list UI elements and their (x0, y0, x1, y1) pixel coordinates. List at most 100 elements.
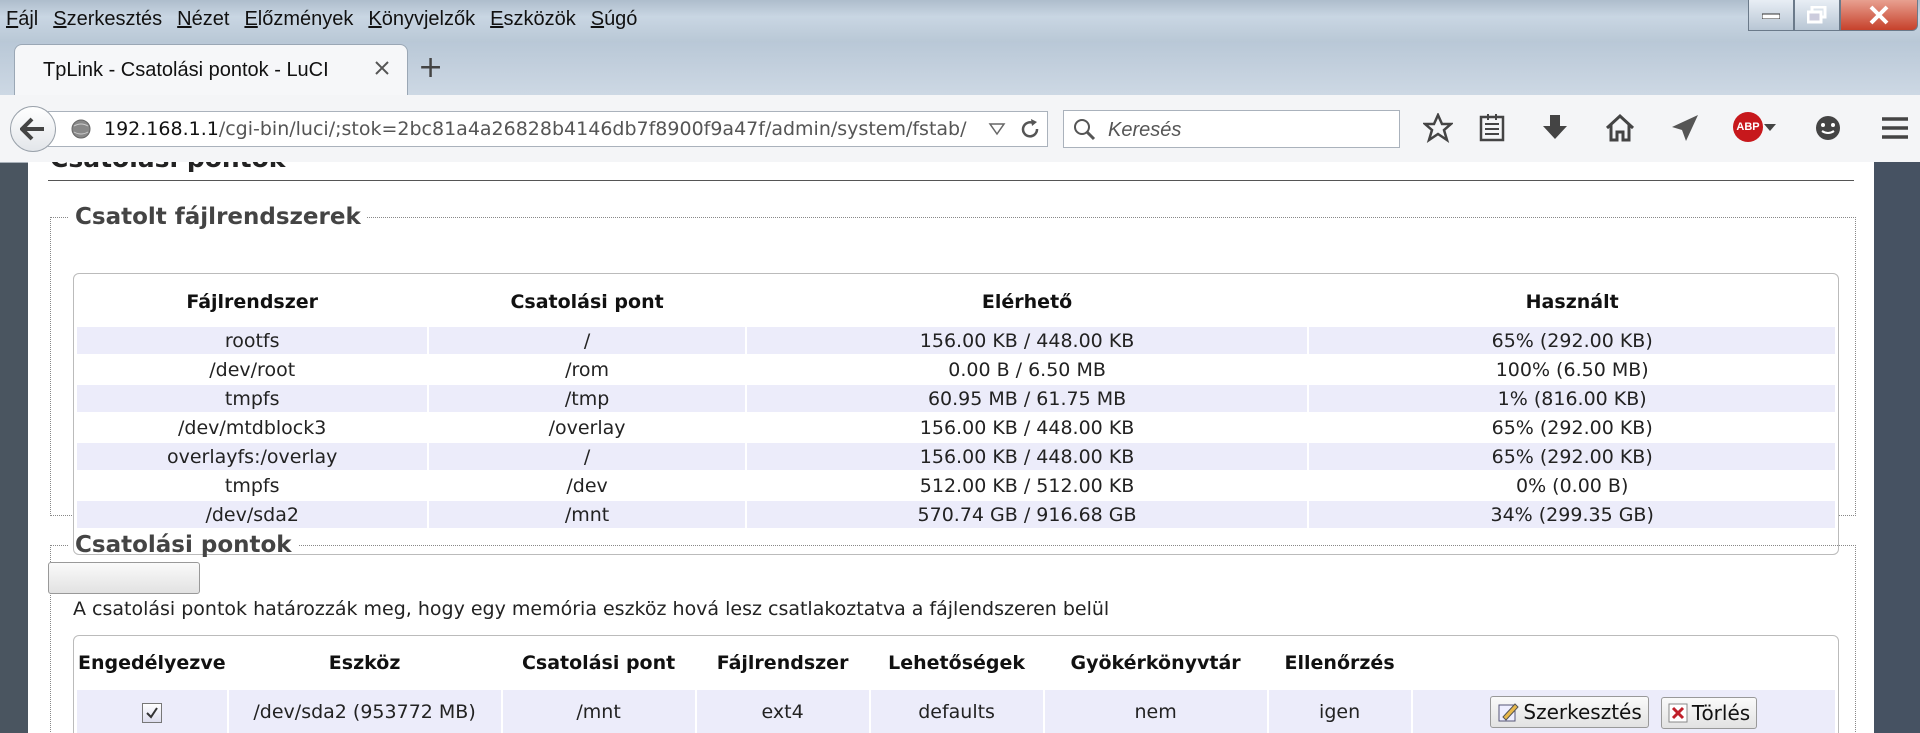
url-text[interactable]: 192.168.1.1/cgi-bin/luci/;stok=2bc81a4a2… (104, 118, 967, 140)
col-available: Elérhető (981, 291, 1073, 313)
cell-filesystem: tmpfs (224, 474, 280, 497)
mounted-filesystems-legend: Csatolt fájlrendszerek (75, 204, 361, 230)
tab-strip: TpLink - Csatolási pontok - LuCI + (0, 42, 1920, 95)
cell-available: 512.00 KB / 512.00 KB (919, 474, 1135, 497)
edit-button-label: Szerkesztés (1523, 699, 1642, 724)
cell-device: /dev/sda2 (953772 MB) (228, 690, 501, 733)
cell-used: 65% (292.00 KB) (1309, 443, 1835, 470)
menu-bookmarks[interactable]: Könyvjelzők (368, 8, 475, 31)
cell-available: 156.00 KB / 448.00 KB (746, 327, 1308, 354)
title-bar: Fájl Szerkesztés Nézet Előzmények Könyvj… (0, 0, 1920, 42)
minimize-button[interactable] (1748, 0, 1794, 31)
cell-actions: Szerkesztés Törlés (1412, 690, 1835, 733)
tab-active[interactable]: TpLink - Csatolási pontok - LuCI (14, 44, 408, 95)
cell-mountpoint: /rom (565, 358, 610, 381)
col-mountpoint: Csatolási pont (510, 291, 664, 313)
cell-used: 100% (6.50 MB) (1495, 358, 1649, 381)
tab-close-icon[interactable] (373, 59, 391, 77)
col-used: Használt (1525, 291, 1619, 313)
cell-filesystem: rootfs (77, 327, 428, 354)
url-host: 192.168.1.1 (104, 118, 219, 140)
cell-available: 60.95 MB / 61.75 MB (746, 385, 1308, 412)
menu-edit[interactable]: Szerkesztés (53, 8, 162, 31)
menu-history[interactable]: Előzmények (244, 8, 353, 31)
reading-list-icon[interactable] (1478, 113, 1506, 143)
delete-button-label: Törlés (1691, 700, 1751, 725)
col-mountpoint: Csatolási pont (521, 652, 676, 674)
mount-points-legend: Csatolási pontok (75, 532, 292, 558)
cell-used: 0% (0.00 B) (1515, 474, 1629, 497)
bookmark-star-icon[interactable] (1423, 113, 1453, 143)
cell-used: 65% (292.00 KB) (1309, 327, 1835, 354)
mounted-filesystems-box: Fájlrendszer Csatolási pont Elérhető Has… (73, 273, 1839, 555)
back-arrow-icon (20, 117, 44, 141)
delete-icon (1668, 703, 1688, 722)
col-options: Lehetőségek (888, 652, 1026, 674)
table-row: tmpfs /tmp 60.95 MB / 61.75 MB 1% (816.0… (77, 385, 1835, 412)
cell-root: nem (1044, 690, 1267, 733)
window-controls (1748, 0, 1918, 31)
cell-check: igen (1268, 690, 1411, 733)
chevron-down-icon (1764, 124, 1776, 131)
close-window-button[interactable] (1840, 0, 1918, 31)
cell-options: defaults (870, 690, 1043, 733)
edit-button[interactable]: Szerkesztés (1490, 695, 1649, 728)
cell-filesystem: overlayfs:/overlay (77, 443, 428, 470)
cell-mountpoint: /tmp (429, 385, 745, 412)
search-icon (1074, 119, 1096, 141)
table-row: /dev/sda2 (953772 MB) /mnt ext4 defaults… (77, 690, 1835, 733)
menu-file[interactable]: Fájl (6, 8, 38, 31)
cell-mountpoint: /overlay (548, 416, 626, 439)
table-row: /dev/mtdblock3 /overlay 156.00 KB / 448.… (77, 414, 1835, 441)
search-placeholder: Keresés (1108, 119, 1182, 141)
menu-help[interactable]: Súgó (591, 8, 638, 31)
menu-tools[interactable]: Eszközök (490, 8, 576, 31)
send-icon[interactable] (1670, 113, 1700, 143)
globe-icon (71, 119, 91, 139)
col-actions (1413, 638, 1835, 688)
history-dropdown-icon[interactable] (988, 120, 1006, 138)
minimize-icon (1762, 13, 1780, 19)
delete-button[interactable]: Törlés (1660, 696, 1758, 729)
menu-view[interactable]: Nézet (177, 8, 229, 31)
cell-available: 156.00 KB / 448.00 KB (919, 416, 1135, 439)
cell-mountpoint: / (429, 327, 745, 354)
cell-available: 570.74 GB / 916.68 GB (746, 501, 1308, 528)
table-row: rootfs / 156.00 KB / 448.00 KB 65% (292.… (77, 327, 1835, 354)
hamburger-menu-icon[interactable] (1880, 113, 1910, 143)
cell-used: 1% (816.00 KB) (1309, 385, 1835, 412)
back-button[interactable] (10, 106, 56, 152)
page-scrollbar[interactable] (1874, 162, 1920, 733)
enabled-checkbox[interactable] (141, 702, 162, 723)
close-icon (1869, 5, 1889, 25)
tab-title: TpLink - Csatolási pontok - LuCI (43, 58, 329, 81)
url-bar[interactable]: 192.168.1.1/cgi-bin/luci/;stok=2bc81a4a2… (48, 111, 1048, 147)
cell-mountpoint: /mnt (429, 501, 745, 528)
maximize-button[interactable] (1794, 0, 1840, 31)
checkmark-icon (146, 706, 158, 719)
smiley-feedback-icon[interactable] (1813, 113, 1843, 143)
adblock-icon: ABP (1733, 112, 1763, 142)
cell-mountpoint: / (429, 443, 745, 470)
new-tab-button[interactable]: + (418, 50, 443, 85)
edit-icon (1498, 702, 1520, 721)
page-content: Csatolási pontok Csatolt fájlrendszerek … (28, 162, 1874, 733)
cell-filesystem: ext4 (696, 690, 869, 733)
cell-used: 34% (299.35 GB) (1309, 501, 1835, 528)
maximize-icon (1807, 6, 1827, 24)
mount-points-table: Engedélyezve Eszköz Csatolási pont Fájlr… (75, 636, 1837, 733)
adblock-button[interactable]: ABP (1733, 112, 1777, 142)
cell-filesystem: /dev/sda2 (77, 501, 428, 528)
reload-icon[interactable] (1018, 117, 1042, 141)
col-filesystem: Fájlrendszer (186, 291, 319, 313)
navigation-bar: 192.168.1.1/cgi-bin/luci/;stok=2bc81a4a2… (0, 95, 1920, 163)
table-row: /dev/sda2 /mnt 570.74 GB / 916.68 GB 34%… (77, 501, 1835, 528)
mounted-filesystems-section: Csatolt fájlrendszerek Fájlrendszer Csat… (50, 204, 1856, 555)
add-button[interactable] (48, 562, 200, 594)
home-icon[interactable] (1605, 113, 1635, 143)
download-icon[interactable] (1541, 113, 1569, 143)
mount-points-description: A csatolási pontok határozzák meg, hogy … (73, 598, 1110, 620)
search-bar[interactable]: Keresés (1063, 110, 1400, 148)
table-row: overlayfs:/overlay / 156.00 KB / 448.00 … (77, 443, 1835, 470)
cell-used: 65% (292.00 KB) (1491, 416, 1653, 439)
